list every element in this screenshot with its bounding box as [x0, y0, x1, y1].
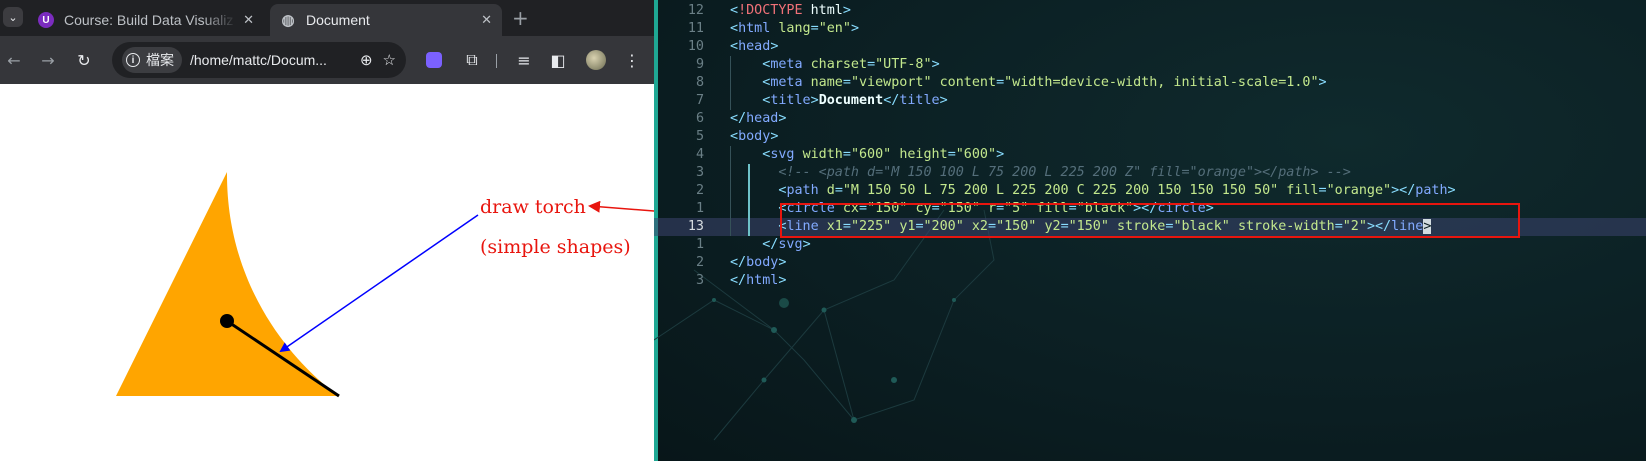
code-line[interactable]: 5 <body> — [654, 128, 1646, 146]
info-icon: i — [126, 53, 140, 67]
highlight-box — [780, 203, 1520, 238]
close-icon[interactable]: ✕ — [243, 12, 254, 28]
code-line[interactable]: 6 </head> — [654, 110, 1646, 128]
line-number: 13 — [687, 219, 704, 234]
code-text: <!DOCTYPE html> — [730, 3, 851, 18]
code-text: <html lang="en"> — [730, 21, 859, 36]
line-number: 2 — [695, 255, 704, 270]
line-number: 11 — [687, 21, 704, 36]
tab-document[interactable]: ◍ Document ✕ — [270, 4, 502, 36]
line-number: 6 — [695, 111, 704, 126]
indent-guide — [730, 146, 731, 236]
bookmark-star-icon[interactable]: ☆ — [383, 51, 396, 69]
profile-avatar[interactable] — [586, 50, 606, 70]
new-tab-button[interactable]: + — [512, 6, 529, 30]
zoom-icon[interactable]: ⊕ — [360, 51, 373, 69]
code-text: <path d="M 150 50 L 75 200 L 225 200 C 2… — [778, 183, 1456, 198]
code-line[interactable]: 2 <path d="M 150 50 L 75 200 L 225 200 C… — [654, 182, 1646, 200]
demo-drawing — [116, 172, 654, 398]
code-line[interactable]: 9 <meta charset="UTF-8"> — [654, 56, 1646, 74]
code-line[interactable]: 3 <!-- <path d="M 150 100 L 75 200 L 225… — [654, 164, 1646, 182]
tab-strip: ⌄ U Course: Build Data Visualiz ✕ ◍ Docu… — [0, 0, 654, 36]
code-text: <body> — [730, 129, 779, 144]
more-menu-icon[interactable]: ⋮ — [620, 48, 644, 72]
code-line[interactable]: 12 <!DOCTYPE html> — [654, 2, 1646, 20]
indent-guide — [730, 56, 731, 110]
site-info-chip[interactable]: i 檔案 — [122, 47, 182, 73]
code-line[interactable]: 7 <title>Document</title> — [654, 92, 1646, 110]
line-number: 5 — [695, 129, 704, 144]
media-queue-icon[interactable]: ≡ — [512, 48, 536, 72]
reload-icon[interactable]: ↻ — [72, 48, 96, 72]
close-icon[interactable]: ✕ — [481, 12, 492, 28]
line-number: 3 — [695, 165, 704, 180]
line-number: 1 — [695, 201, 704, 216]
code-line[interactable]: 1 </svg> — [654, 236, 1646, 254]
extensions-puzzle-icon[interactable]: ⧉ — [460, 48, 484, 72]
code-line[interactable]: 4 <svg width="600" height="600"> — [654, 146, 1646, 164]
indent-guide — [748, 164, 750, 236]
code-text: <meta name="viewport" content="width=dev… — [762, 75, 1327, 90]
url-text: /home/mattc/Docum... — [190, 52, 327, 68]
globe-icon: ◍ — [281, 12, 295, 29]
annotation-subtitle: (simple shapes) — [480, 236, 631, 258]
line-number: 1 — [695, 237, 704, 252]
code-text: <svg width="600" height="600"> — [762, 147, 1005, 162]
code-line[interactable]: 10 <head> — [654, 38, 1646, 56]
tab-title: Document — [306, 12, 370, 28]
course-favicon-icon: U — [38, 12, 54, 28]
code-text: <head> — [730, 39, 779, 54]
pointer-arrow — [279, 214, 479, 353]
code-line[interactable]: 8 <meta name="viewport" content="width=d… — [654, 74, 1646, 92]
torch-cone-shape — [116, 172, 339, 396]
side-panel-icon[interactable]: ◧ — [546, 48, 570, 72]
code-text: </body> — [730, 255, 787, 270]
line-number: 8 — [695, 75, 704, 90]
extension-purple-icon[interactable] — [426, 52, 442, 68]
back-arrow-icon[interactable]: ← — [2, 48, 26, 72]
annotation-title: draw torch — [480, 196, 586, 218]
code-text: </html> — [730, 273, 787, 288]
line-number: 7 — [695, 93, 704, 108]
callout-arrow — [588, 200, 654, 213]
browser-window: ⌄ U Course: Build Data Visualiz ✕ ◍ Docu… — [0, 0, 654, 461]
code-text: </svg> — [762, 237, 811, 252]
code-text: <title>Document</title> — [762, 93, 948, 108]
code-line[interactable]: 3 </html> — [654, 272, 1646, 290]
toolbar-divider — [496, 54, 497, 68]
tab-title: Course: Build Data Visualiz — [64, 12, 234, 28]
page-viewport — [0, 84, 654, 461]
code-line[interactable]: 2 </body> — [654, 254, 1646, 272]
line-number: 3 — [695, 273, 704, 288]
site-info-label: 檔案 — [146, 52, 174, 68]
tab-course[interactable]: U Course: Build Data Visualiz ✕ — [28, 4, 264, 36]
code-text: <meta charset="UTF-8"> — [762, 57, 940, 72]
code-text: </head> — [730, 111, 787, 126]
line-number: 9 — [695, 57, 704, 72]
line-number: 4 — [695, 147, 704, 162]
address-bar[interactable]: i 檔案 /home/mattc/Docum... ⊕ ☆ — [112, 42, 406, 78]
line-number: 10 — [687, 39, 704, 54]
code-text: <!-- <path d="M 150 100 L 75 200 L 225 2… — [778, 165, 1351, 180]
code-line[interactable]: 11 <html lang="en"> — [654, 20, 1646, 38]
line-number: 2 — [695, 183, 704, 198]
line-number: 12 — [687, 3, 704, 18]
torch-dot — [220, 314, 234, 328]
chevron-down-icon[interactable]: ⌄ — [3, 7, 23, 27]
browser-toolbar: ← → ↻ i 檔案 /home/mattc/Docum... ⊕ ☆ ⧉ ≡ … — [0, 36, 654, 84]
forward-arrow-icon[interactable]: → — [36, 48, 60, 72]
